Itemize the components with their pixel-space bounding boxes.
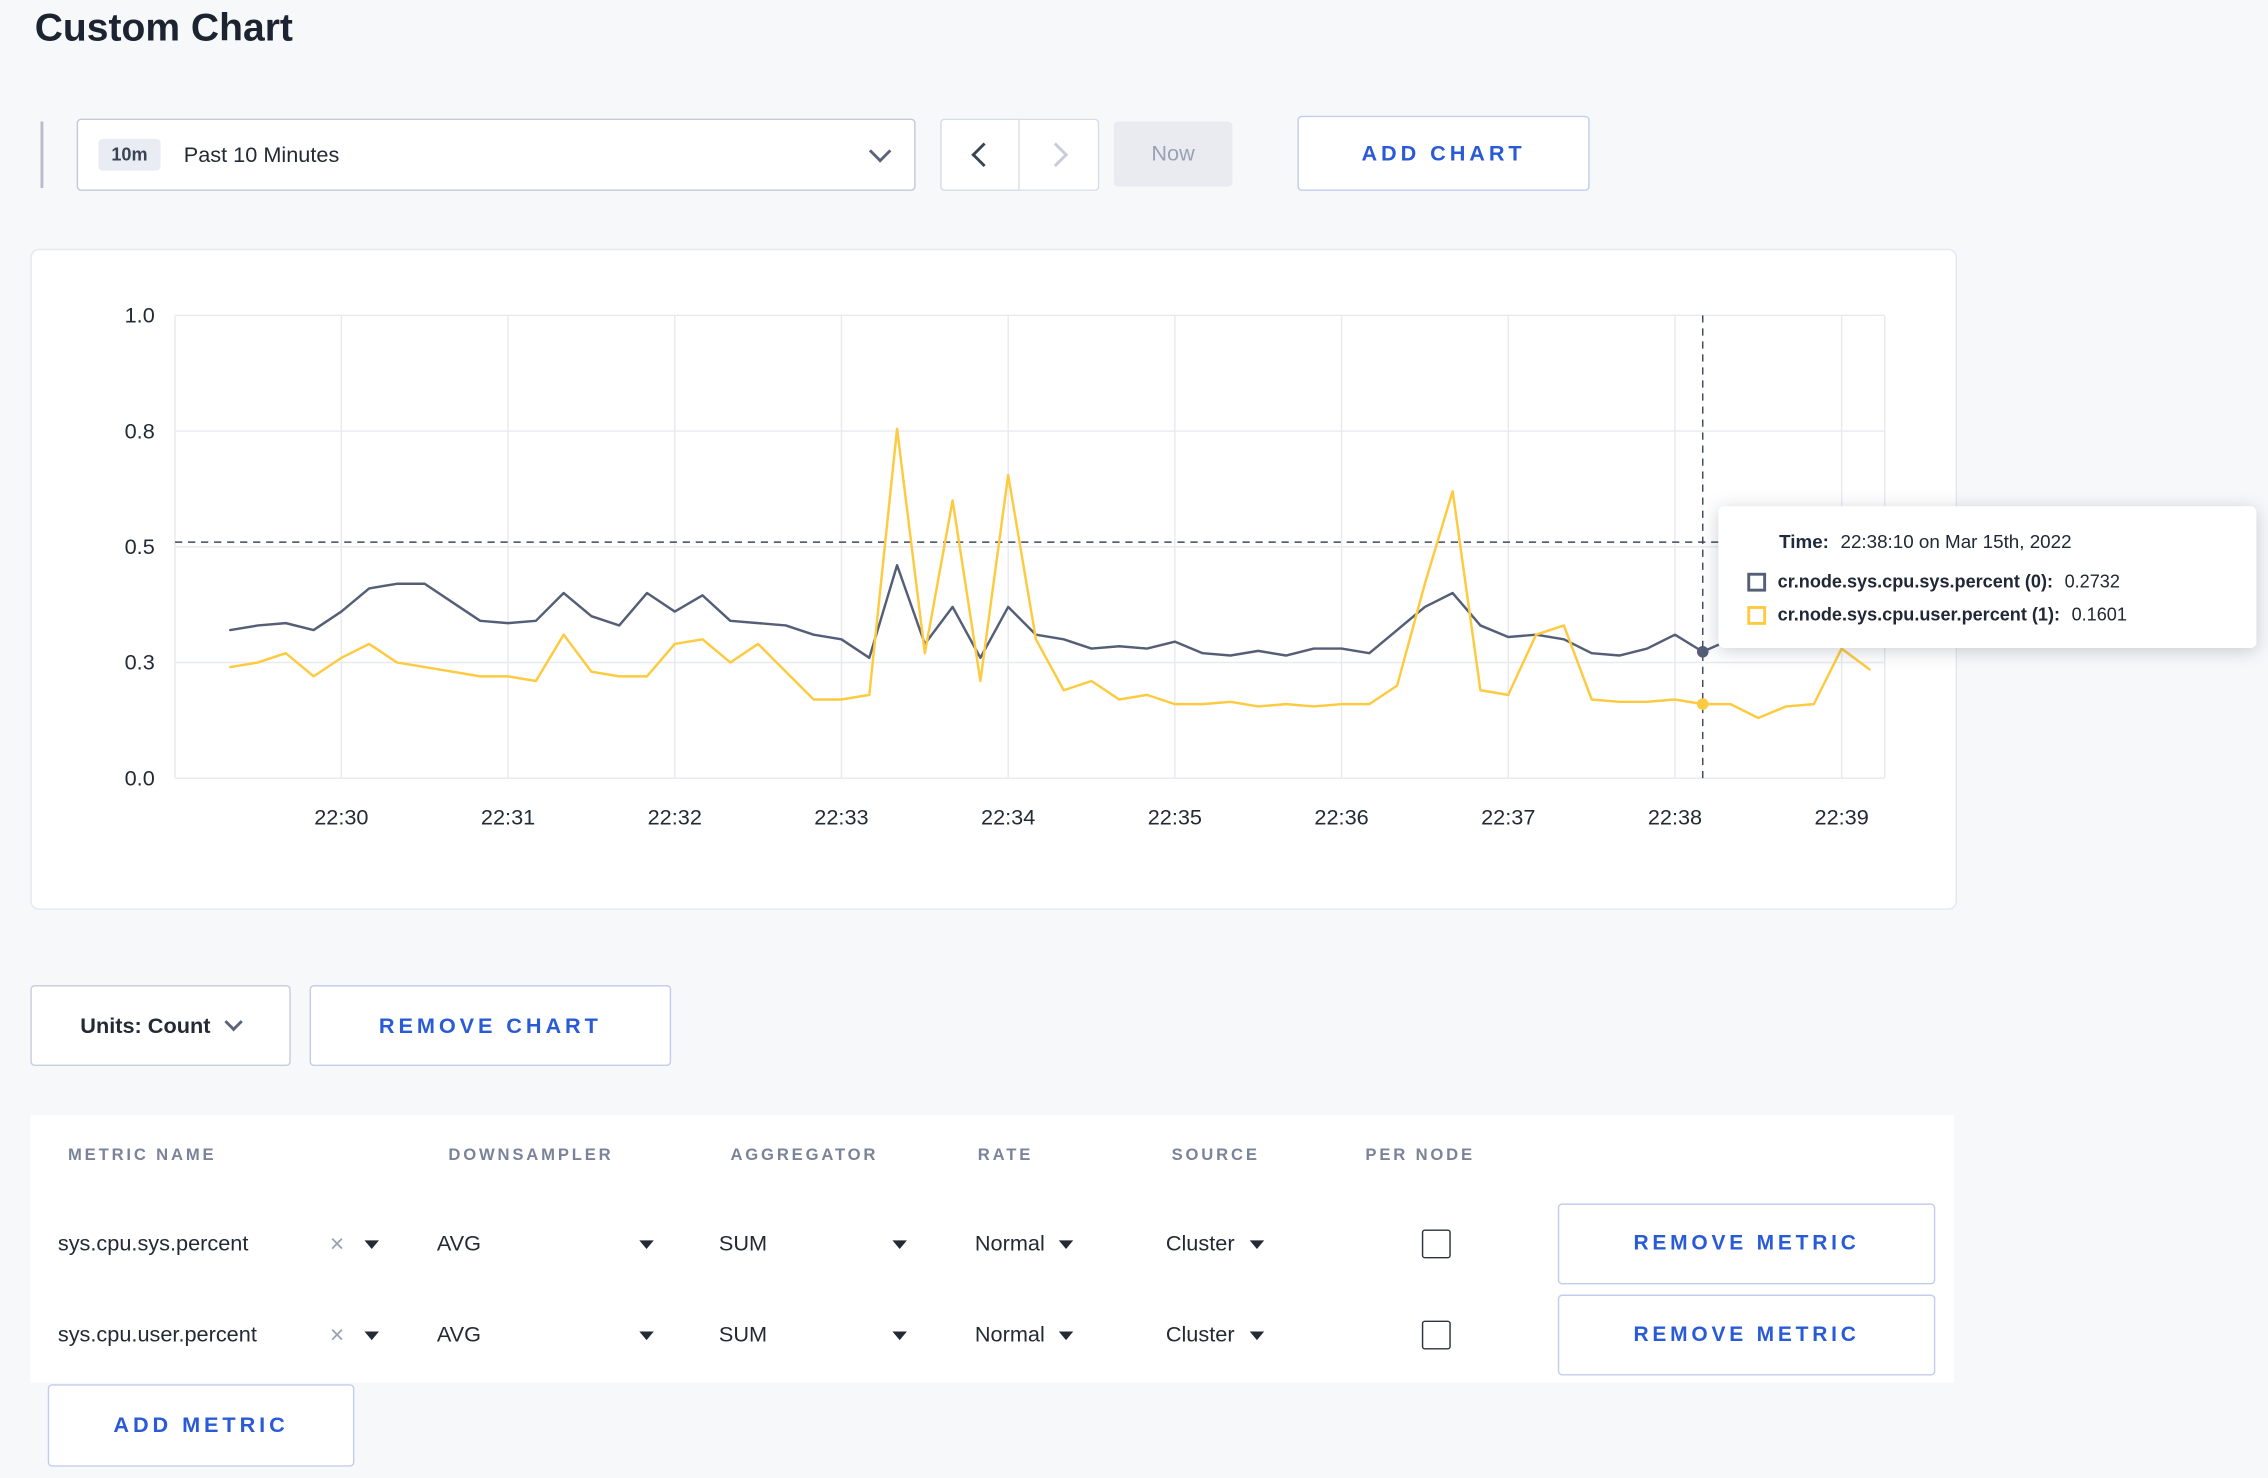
series-line-0 [229,564,1871,660]
chevron-left-icon [970,142,996,168]
tooltip-series-value: 0.2732 [2064,571,2120,592]
y-tick-label: 0.5 [125,534,155,559]
caret-down-icon [364,1239,379,1249]
time-range-label: Past 10 Minutes [183,142,340,168]
add-chart-button[interactable]: ADD CHART [1297,115,1590,191]
units-label: Units: Count [80,1013,211,1038]
metric-name-value: sys.cpu.sys.percent [57,1231,249,1257]
aggregator-select[interactable]: SUM [718,1322,907,1348]
x-tick-label: 22:39 [1815,804,1869,829]
chart-panel: 22:30 22:31 22:32 22:33 22:34 22:35 22:36 22:37… [30,248,1958,910]
x-tick-label: 22:35 [1148,804,1202,829]
chevron-down-icon [225,1012,244,1031]
tooltip-time: Time: 22:38:10 on Mar 15th, 2022 [1747,531,2227,553]
chevron-down-icon [868,139,892,162]
y-tick-label: 1.0 [125,303,155,328]
caret-down-icon [1059,1239,1074,1249]
col-header-downsampler: DOWNSAMPLER [448,1147,614,1165]
prev-time-button[interactable] [940,118,1020,191]
caret-down-icon [892,1330,907,1340]
y-tick-label: 0.0 [125,765,155,790]
metric-name-select[interactable]: sys.cpu.user.percent × [57,1322,379,1348]
clear-icon[interactable]: × [330,1323,344,1348]
aggregator-value: SUM [718,1231,768,1257]
remove-metric-button[interactable]: REMOVE METRIC [1557,1294,1936,1376]
now-button[interactable]: Now [1113,121,1233,187]
time-range-badge: 10m [98,138,161,171]
col-header-aggregator: AGGREGATOR [730,1147,879,1165]
next-time-button[interactable] [1019,118,1100,191]
downsampler-select[interactable]: AVG [436,1231,654,1257]
caret-down-icon [892,1239,907,1249]
metric-name-select[interactable]: sys.cpu.sys.percent × [57,1231,379,1257]
metrics-table: METRIC NAME DOWNSAMPLER AGGREGATOR RATE … [30,1115,1955,1383]
rate-value: Normal [974,1322,1045,1348]
x-tick-label: 22:38 [1648,804,1702,829]
col-header-metric-name: METRIC NAME [67,1147,217,1165]
source-select[interactable]: Cluster [1165,1231,1264,1257]
tooltip-series-name: cr.node.sys.cpu.user.percent (1): [1777,604,2061,625]
caret-down-icon [639,1239,654,1249]
x-tick-label: 22:34 [981,804,1035,829]
per-node-checkbox[interactable] [1421,1320,1451,1350]
time-nav-group [940,118,1100,191]
rate-value: Normal [974,1231,1045,1257]
add-metric-button[interactable]: ADD METRIC [47,1384,355,1467]
aggregator-select[interactable]: SUM [718,1231,907,1257]
downsampler-select[interactable]: AVG [436,1322,654,1348]
x-tick-label: 22:31 [481,804,535,829]
source-value: Cluster [1165,1231,1235,1257]
y-tick-label: 0.8 [125,418,155,443]
series-line-1 [229,427,1871,720]
crosshair-dot-1 [1696,698,1709,710]
toolbar-divider [40,121,44,189]
table-row: sys.cpu.sys.percent × AVG SUM Normal Clu… [30,1199,1954,1289]
series-swatch-user [1747,605,1767,625]
page-title: Custom Chart [34,5,293,50]
rate-select[interactable]: Normal [974,1322,1074,1348]
per-node-checkbox[interactable] [1421,1229,1451,1259]
caret-down-icon [639,1330,654,1340]
col-header-per-node: PER NODE [1365,1147,1475,1165]
time-range-dropdown[interactable]: 10m Past 10 Minutes [76,118,916,191]
remove-metric-button[interactable]: REMOVE METRIC [1557,1203,1936,1285]
x-tick-label: 22:30 [314,804,368,829]
chart-svg[interactable]: 22:30 22:31 22:32 22:33 22:34 22:35 22:36 22:37… [32,250,1956,908]
remove-chart-button[interactable]: REMOVE CHART [309,985,672,1067]
downsampler-value: AVG [436,1322,482,1348]
caret-down-icon [364,1330,379,1340]
tooltip-series-name: cr.node.sys.cpu.sys.percent (0): [1777,571,2054,592]
caret-down-icon [1059,1330,1074,1340]
crosshair-dot-0 [1696,645,1709,658]
chevron-right-icon [1043,142,1069,168]
caret-down-icon [1249,1330,1264,1340]
col-header-rate: RATE [977,1147,1034,1165]
units-dropdown[interactable]: Units: Count [30,985,291,1067]
rate-select[interactable]: Normal [974,1231,1074,1257]
x-tick-label: 22:37 [1481,804,1535,829]
metric-name-value: sys.cpu.user.percent [57,1322,257,1348]
downsampler-value: AVG [436,1231,482,1257]
source-value: Cluster [1165,1322,1235,1348]
table-row: sys.cpu.user.percent × AVG SUM Normal Cl… [30,1290,1954,1380]
tooltip-series-row: cr.node.sys.cpu.sys.percent (0): 0.2732 [1747,571,2227,592]
page: Custom Chart 10m Past 10 Minutes Now ADD… [0,0,2268,1478]
tooltip-series-row: cr.node.sys.cpu.user.percent (1): 0.1601 [1747,605,2227,625]
x-tick-label: 22:32 [648,804,702,829]
tooltip-time-value: 22:38:10 on Mar 15th, 2022 [1840,530,2072,553]
col-header-source: SOURCE [1171,1147,1260,1165]
clear-icon[interactable]: × [330,1232,344,1257]
tooltip-time-label: Time: [1779,530,1829,553]
chart-tooltip: Time: 22:38:10 on Mar 15th, 2022 cr.node.… [1718,506,2257,649]
x-tick-label: 22:33 [814,804,868,829]
tooltip-series-value: 0.1601 [2071,604,2127,625]
series-swatch-sys [1747,572,1767,591]
x-tick-label: 22:36 [1314,804,1368,829]
source-select[interactable]: Cluster [1165,1322,1264,1348]
caret-down-icon [1249,1239,1264,1249]
aggregator-value: SUM [718,1322,768,1348]
y-tick-label: 0.3 [125,650,155,675]
